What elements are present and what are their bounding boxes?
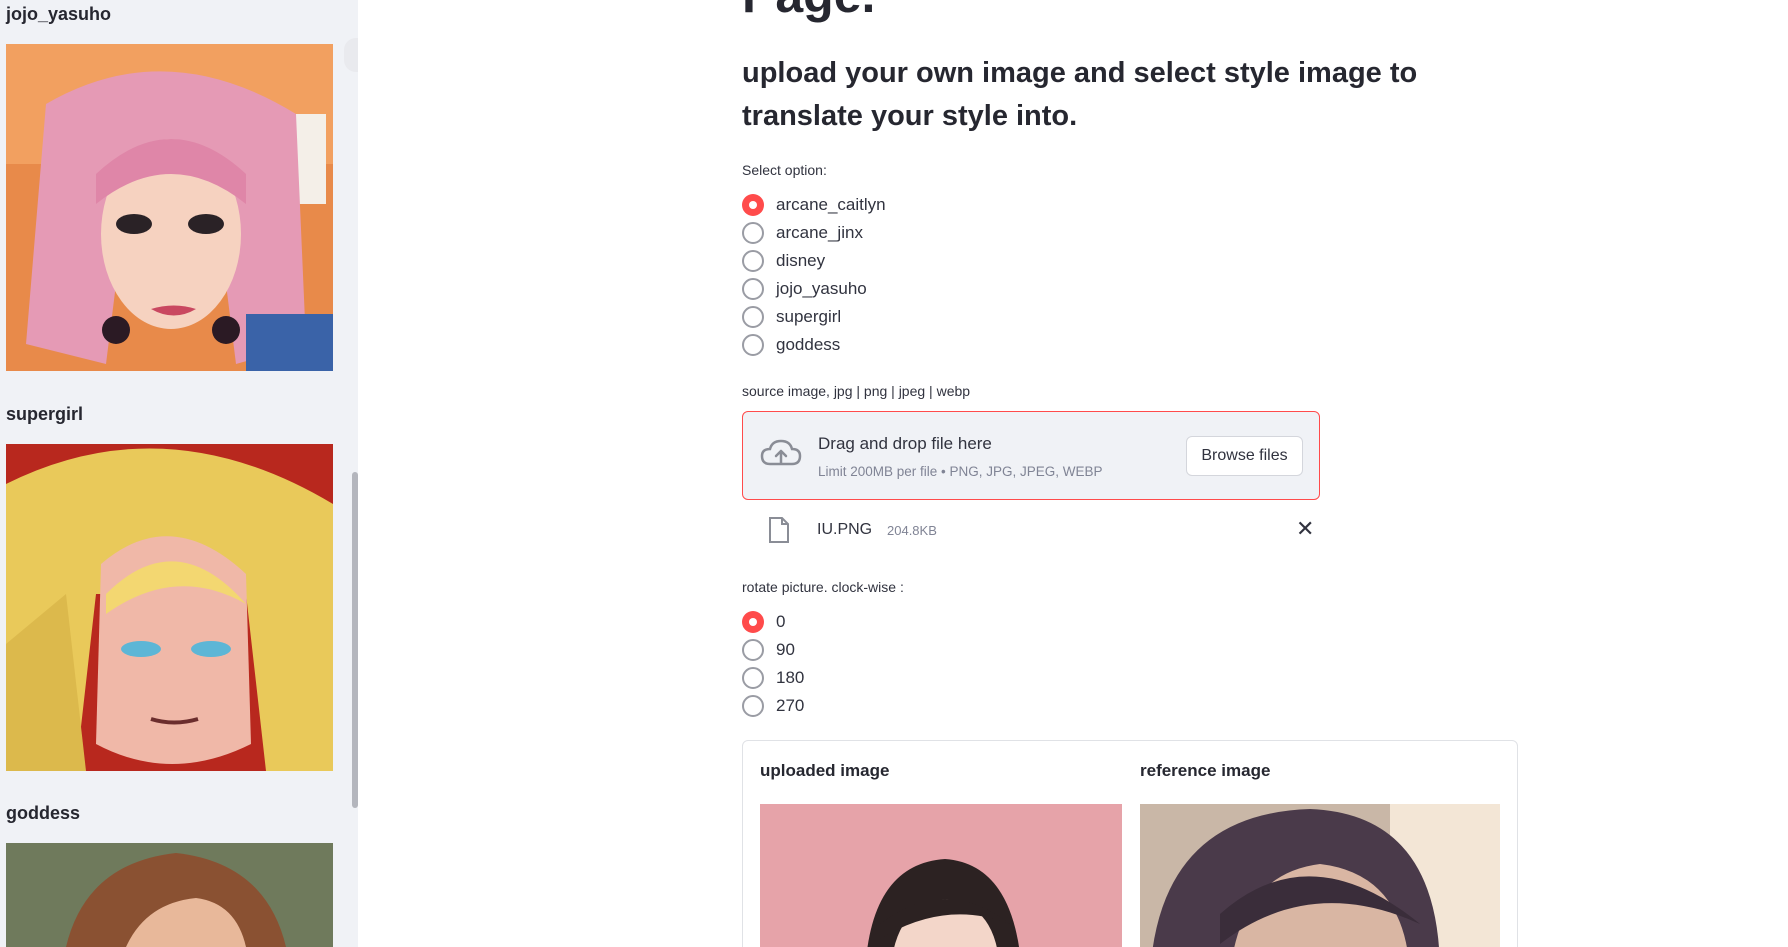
style-option-arcane-jinx[interactable]: arcane_jinx [742, 219, 886, 247]
rotate-option-180[interactable]: 180 [742, 664, 804, 692]
uploaded-file-row: IU.PNG 204.8KB ✕ [742, 512, 1320, 548]
style-radio-group: arcane_caitlyn arcane_jinx disney jojo_y… [742, 191, 886, 359]
radio-unselected-icon[interactable] [742, 695, 764, 717]
style-image-supergirl [6, 444, 333, 771]
radio-selected-icon[interactable] [742, 194, 764, 216]
style-image-goddess [6, 843, 333, 947]
radio-unselected-icon[interactable] [742, 306, 764, 328]
radio-selected-icon[interactable] [742, 611, 764, 633]
style-label-jojo-yasuho: jojo_yasuho [6, 4, 112, 24]
remove-file-close-icon[interactable]: ✕ [1296, 518, 1314, 540]
radio-label: jojo_yasuho [776, 279, 867, 298]
radio-label: disney [776, 251, 826, 270]
rotate-radio-group: 0 90 180 270 [742, 608, 804, 720]
radio-unselected-icon[interactable] [742, 250, 764, 272]
file-name: IU.PNG [817, 521, 873, 538]
file-size: 204.8KB [887, 523, 937, 538]
rotate-option-0[interactable]: 0 [742, 608, 804, 636]
file-icon [768, 516, 790, 544]
reference-image-title: reference image [1140, 761, 1271, 780]
radio-unselected-icon[interactable] [742, 334, 764, 356]
browse-files-button[interactable]: Browse files [1186, 436, 1303, 476]
radio-unselected-icon[interactable] [742, 278, 764, 300]
radio-label: 90 [776, 640, 795, 659]
radio-label: goddess [776, 335, 841, 354]
dropzone-title: Drag and drop file here [818, 434, 992, 453]
style-image-jojo-yasuho [6, 44, 333, 371]
cloud-upload-icon [760, 438, 802, 470]
rotate-option-270[interactable]: 270 [742, 692, 804, 720]
uploaded-image [760, 804, 1122, 947]
main-content: Page. upload your own image and select s… [358, 0, 1788, 947]
radio-label: 180 [776, 668, 805, 687]
sidebar-collapse-notch[interactable] [344, 38, 358, 72]
style-option-disney[interactable]: disney [742, 247, 886, 275]
style-option-goddess[interactable]: goddess [742, 331, 886, 359]
sidebar: jojo_yasuho supergirl goddess [0, 0, 358, 947]
radio-label: arcane_caitlyn [776, 195, 886, 214]
page-title: Page. [742, 0, 875, 24]
reference-image [1140, 804, 1500, 947]
rotate-option-90[interactable]: 90 [742, 636, 804, 664]
uploader-label: source image, jpg | png | jpeg | webp [742, 383, 971, 399]
file-dropzone[interactable]: Drag and drop file here Limit 200MB per … [742, 411, 1320, 500]
style-label-goddess: goddess [6, 803, 81, 823]
radio-unselected-icon[interactable] [742, 667, 764, 689]
style-option-supergirl[interactable]: supergirl [742, 303, 886, 331]
radio-label: 270 [776, 696, 805, 715]
style-option-arcane-caitlyn[interactable]: arcane_caitlyn [742, 191, 886, 219]
style-label-supergirl: supergirl [6, 404, 84, 424]
radio-label: 0 [776, 612, 786, 631]
radio-unselected-icon[interactable] [742, 222, 764, 244]
dropzone-limit: Limit 200MB per file • PNG, JPG, JPEG, W… [818, 464, 1103, 479]
radio-label: arcane_jinx [776, 223, 863, 242]
page-subtitle: upload your own image and select style i… [742, 57, 1418, 132]
uploaded-image-title: uploaded image [760, 761, 890, 780]
radio-label: supergirl [776, 307, 842, 326]
style-option-jojo-yasuho[interactable]: jojo_yasuho [742, 275, 886, 303]
radio-unselected-icon[interactable] [742, 639, 764, 661]
image-comparison-container: uploaded image reference image [742, 740, 1518, 947]
style-option-label: Select option: [742, 162, 827, 178]
rotate-option-label: rotate picture. clock-wise : [742, 579, 904, 595]
